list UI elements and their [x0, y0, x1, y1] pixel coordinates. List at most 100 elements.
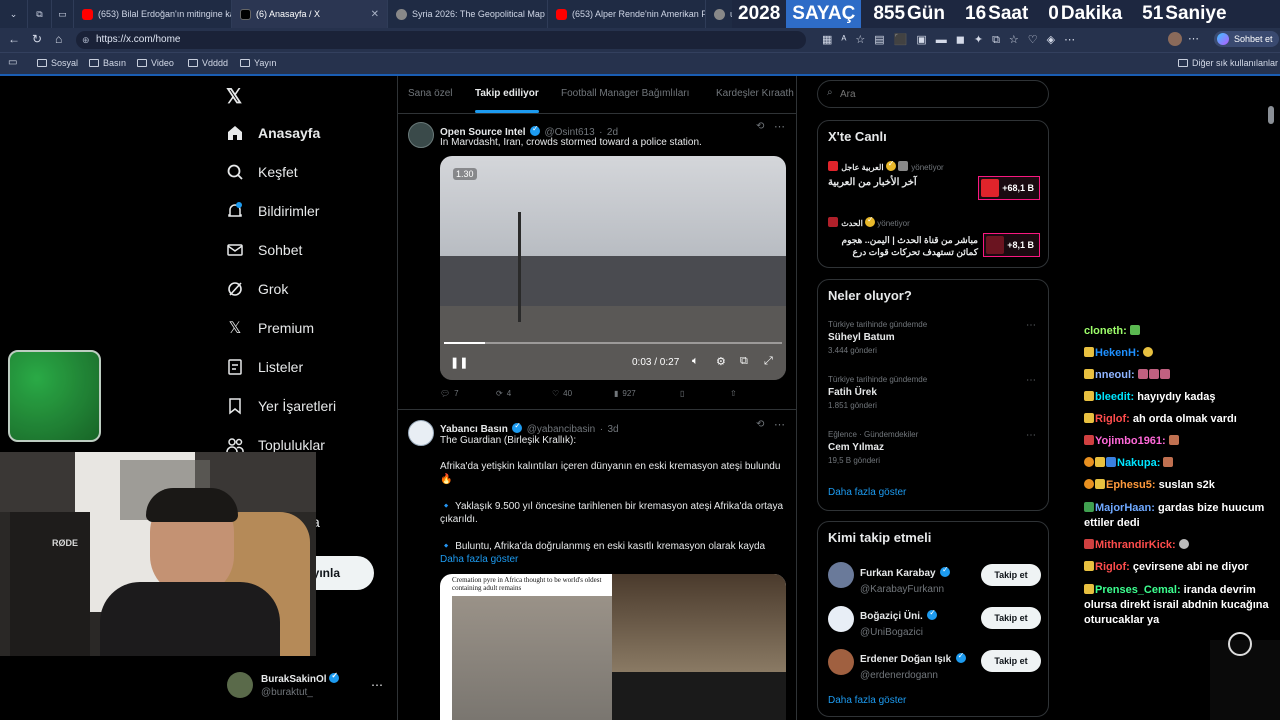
repost-button[interactable]: ⟳ 4	[496, 389, 511, 398]
nav-explore[interactable]: Keşfet	[226, 163, 298, 181]
tab-for-you[interactable]: Sana özel	[408, 88, 452, 99]
suggested-user[interactable]: Boğaziçi Üni. @UniBogazici	[860, 606, 938, 638]
show-more-link[interactable]: Daha fazla göster	[828, 487, 906, 498]
settings-icon[interactable]: ⚙	[716, 355, 726, 368]
search-input[interactable]: ⌕	[817, 80, 1049, 108]
live-title[interactable]: آخر الأخبار من العربية	[828, 177, 978, 188]
show-more-link[interactable]: Daha fazla göster	[828, 695, 906, 706]
search-field[interactable]	[840, 87, 1040, 101]
nav-grok[interactable]: Grok	[226, 280, 288, 298]
other-bookmarks[interactable]: Diğer sık kullanılanlar	[1178, 58, 1278, 68]
sub-badge-icon	[1084, 502, 1094, 512]
post-avatar[interactable]	[408, 122, 434, 148]
page-scrollbar[interactable]	[1268, 106, 1274, 124]
more-icon[interactable]: ⋯	[774, 120, 785, 133]
countdown-days-unit: Gün	[907, 3, 946, 24]
x-logo-icon[interactable]: 𝕏	[226, 84, 242, 109]
suggested-user[interactable]: Erdener Doğan Işık @erdenerdogann	[860, 649, 966, 681]
reply-button[interactable]: 💬︎ 7	[440, 389, 459, 398]
browser-tab[interactable]: (653) Alper Rende'nin Amerikan Pe✕	[548, 0, 706, 28]
toolbar-icons[interactable]: ▦ᴬ☆▤⬛▣▬◼✦⧉☆♡◈⋯	[822, 33, 1084, 47]
nav-chat[interactable]: Sohbet	[226, 241, 302, 259]
browser-tab-active[interactable]: (6) Anasayfa / X ✕	[232, 0, 388, 28]
back-icon[interactable]: ←	[8, 32, 20, 46]
active-tab-indicator	[475, 110, 539, 113]
trend-item[interactable]: Türkiye tarihinde gündemde Süheyl Batum 3.…	[828, 320, 927, 355]
profile-avatar[interactable]	[1168, 32, 1182, 46]
post-text: In Marvdasht, Iran, crowds stormed towar…	[440, 137, 702, 148]
live-count-badge[interactable]: +68,1 B	[978, 176, 1040, 200]
grok-icon[interactable]: ⟲	[756, 419, 764, 430]
close-icon[interactable]: ✕	[371, 9, 379, 20]
more-icon[interactable]: ⋯	[371, 678, 383, 692]
follow-button[interactable]: Takip et	[981, 650, 1041, 672]
folder-icon	[188, 59, 198, 67]
account-name[interactable]: BurakSakinOl	[261, 671, 340, 685]
pip-icon[interactable]: ⧉	[740, 355, 748, 368]
live-source[interactable]: الحدث yönetiyor	[828, 215, 910, 228]
bookmark-folder[interactable]: Vdddd	[188, 58, 228, 68]
suggested-user[interactable]: Furkan Karabay @KarabayFurkann	[860, 563, 951, 595]
nav-bookmarks[interactable]: Yer İşaretleri	[226, 397, 336, 415]
verified-icon	[885, 159, 896, 171]
refresh-icon[interactable]: ↻	[32, 32, 42, 46]
bookmark-button[interactable]: ▯	[680, 389, 684, 398]
more-icon[interactable]: ⋯	[1026, 430, 1036, 441]
live-source[interactable]: العربية عاجل yönetiyor	[828, 159, 944, 172]
tab-following[interactable]: Takip ediliyor	[475, 88, 539, 99]
home-icon[interactable]: ⌂	[55, 32, 62, 46]
workspaces-icon[interactable]: ⧉	[28, 0, 52, 28]
tab-actions-icon[interactable]: ⌄	[0, 0, 28, 28]
pause-icon[interactable]: ❚❚	[450, 356, 468, 369]
bookmark-folder[interactable]: Sosyal	[37, 58, 78, 68]
nav-premium[interactable]: 𝕏 Premium	[226, 319, 314, 337]
views-button[interactable]: ▮ 927	[614, 389, 636, 398]
nav-notifications[interactable]: Bildirimler	[226, 202, 319, 220]
browser-tab[interactable]: (653) Bilal Erdoğan'ın mitingine ka✕	[74, 0, 232, 28]
show-more-link[interactable]: Daha fazla göster	[440, 553, 518, 566]
more-icon[interactable]: ⋯	[774, 418, 785, 431]
trend-item[interactable]: Eğlence · Gündemdekiler Cem Yılmaz 19,5 B …	[828, 430, 918, 465]
follow-button[interactable]: Takip et	[981, 564, 1041, 586]
emote-icon	[1159, 369, 1170, 379]
browser-tab[interactable]: Syria 2026: The Geopolitical Map o✕	[388, 0, 548, 28]
grok-icon[interactable]: ⟲	[756, 121, 764, 132]
trend-item[interactable]: Türkiye tarihinde gündemde Fatih Ürek 1.85…	[828, 375, 927, 410]
repost-icon: ⟳	[496, 389, 503, 398]
post-image[interactable]: Cremation pyre in Africa thought to be w…	[440, 574, 786, 720]
nav-lists[interactable]: Listeler	[226, 358, 303, 376]
tab-kardesler[interactable]: Kardeşler Kıraath	[716, 88, 794, 99]
bookmark-folder[interactable]: Basın	[89, 58, 126, 68]
gift-badge-icon	[1084, 457, 1094, 467]
tab-football-manager[interactable]: Football Manager Bağımlıları	[561, 88, 689, 99]
like-button[interactable]: ♡ 40	[552, 389, 572, 398]
post-text-line: 🔹 Yaklaşık 9.500 yıl öncesine tarihlenen…	[440, 501, 784, 525]
reading-list-icon[interactable]: ▭	[8, 57, 17, 68]
fullscreen-icon[interactable]: ⤢	[764, 355, 773, 368]
bookmark-folder[interactable]: Yayın	[240, 58, 276, 68]
address-input[interactable]: ⊕ https://x.com/home	[76, 31, 806, 49]
menu-icon[interactable]: ⋯	[1188, 32, 1199, 45]
volume-icon[interactable]: 🔈︎	[692, 355, 699, 368]
share-button[interactable]: ⇧	[730, 389, 737, 398]
video-progress-track[interactable]	[444, 342, 782, 344]
live-count-badge[interactable]: +8,1 B	[983, 233, 1040, 257]
copilot-chat-button[interactable]: Sohbet et	[1214, 31, 1279, 47]
live-title[interactable]: مباشر من قناة الحدث | اليمن.. هجوم كمائن…	[828, 234, 979, 258]
mail-icon	[226, 241, 244, 259]
post-avatar[interactable]	[408, 420, 434, 446]
more-icon[interactable]: ⋯	[1026, 320, 1036, 331]
nav-home[interactable]: Anasayfa	[226, 124, 320, 142]
bookmark-folder[interactable]: Video	[137, 58, 174, 68]
corner-overlay	[1210, 632, 1280, 720]
tab-list-icon[interactable]: ▭	[52, 0, 74, 28]
more-icon[interactable]: ⋯	[1026, 375, 1036, 386]
user-avatar[interactable]	[828, 606, 854, 632]
folder-icon	[240, 59, 250, 67]
user-avatar[interactable]	[828, 649, 854, 675]
verified-icon	[865, 215, 876, 227]
follow-button[interactable]: Takip et	[981, 607, 1041, 629]
user-avatar[interactable]	[828, 562, 854, 588]
account-avatar[interactable]	[227, 672, 253, 698]
video-player[interactable]: 1.30 ❚❚ 0:03 / 0:27 🔈︎ ⚙ ⧉ ⤢	[440, 156, 786, 380]
